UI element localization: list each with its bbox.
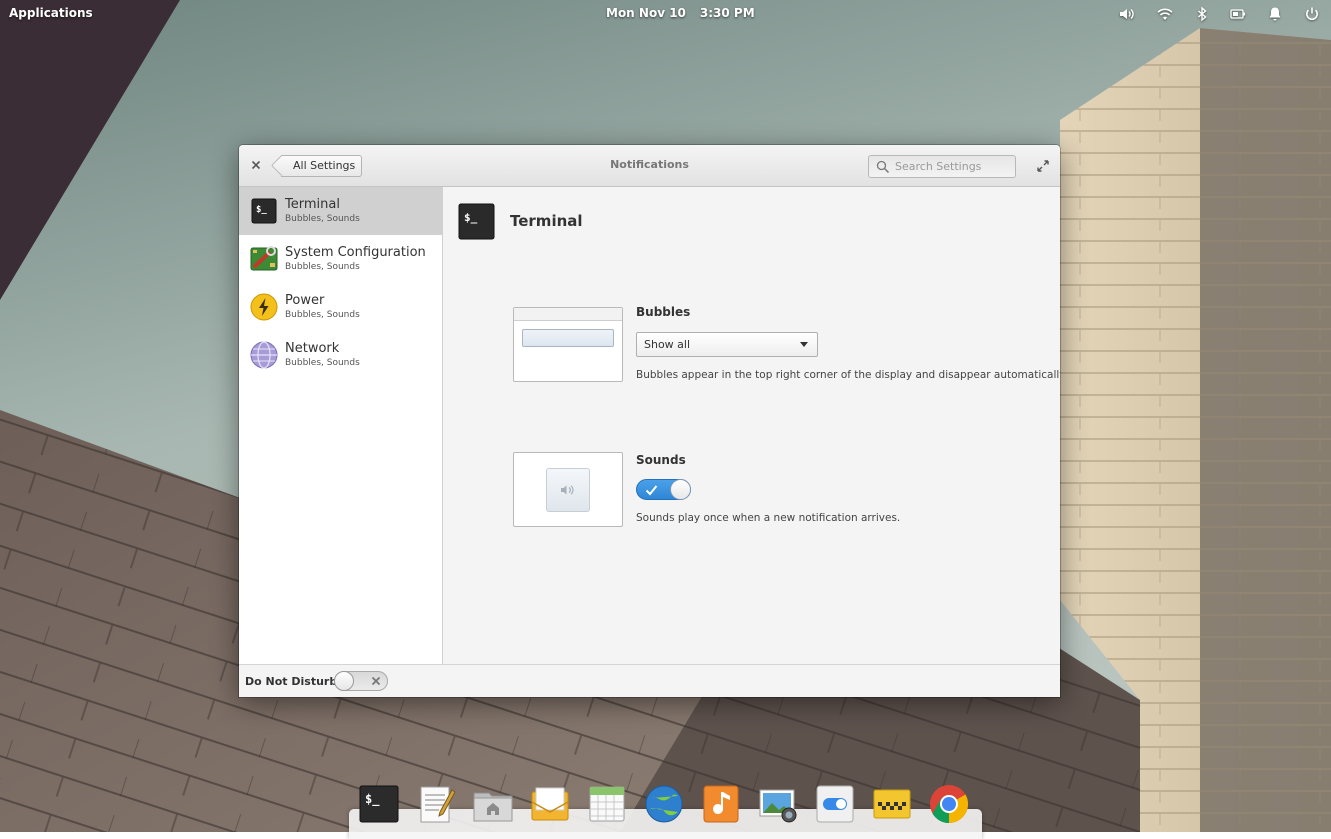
panel-date: Mon Nov 10: [606, 6, 686, 20]
window-footer: Do Not Disturb: [239, 664, 1060, 697]
notifications-bell-icon[interactable]: [1266, 5, 1284, 23]
terminal-app-icon: $_: [458, 203, 495, 240]
sidebar-item-title: System Configuration: [285, 245, 426, 260]
sidebar-item-terminal[interactable]: $_ Terminal Bubbles, Sounds: [239, 187, 442, 235]
bubbles-preview-illustration: [513, 307, 623, 382]
notification-settings-panel: $_ Terminal Bubbles Show all Bubbles app…: [443, 187, 1060, 664]
network-globe-icon: [250, 341, 278, 369]
window-titlebar: All Settings Notifications: [239, 145, 1060, 187]
sidebar-item-subtitle: Bubbles, Sounds: [285, 358, 360, 368]
date-time-indicator[interactable]: Mon Nov 10 3:30 PM: [606, 6, 755, 20]
dock-files-icon[interactable]: [471, 782, 515, 826]
dock-photos-icon[interactable]: [756, 782, 800, 826]
search-input[interactable]: [895, 158, 1009, 174]
sidebar-item-subtitle: Bubbles, Sounds: [285, 214, 360, 224]
maximize-icon: [1037, 160, 1049, 172]
bluetooth-icon[interactable]: [1193, 5, 1211, 23]
sidebar-item-system-configuration[interactable]: System Configuration Bubbles, Sounds: [239, 235, 442, 283]
sounds-section-title: Sounds: [636, 453, 686, 467]
svg-text:$_: $_: [365, 792, 380, 807]
system-configuration-icon: [250, 245, 278, 273]
applications-sidebar: $_ Terminal Bubbles, Sounds System Confi…: [239, 187, 443, 664]
toggle-knob: [670, 479, 691, 500]
speaker-icon: [546, 468, 590, 512]
dock-terminal-icon[interactable]: $_: [357, 782, 401, 826]
top-panel: Applications Mon Nov 10 3:30 PM: [0, 0, 1331, 28]
dock-switchboard-settings-icon[interactable]: [813, 782, 857, 826]
sidebar-item-network[interactable]: Network Bubbles, Sounds: [239, 331, 442, 379]
do-not-disturb-label: Do Not Disturb: [245, 675, 338, 688]
dock-calendar-icon[interactable]: [585, 782, 629, 826]
checkmark-icon: [645, 485, 658, 496]
toggle-knob: [334, 671, 354, 691]
sidebar-item-subtitle: Bubbles, Sounds: [285, 262, 360, 272]
dock-mail-icon[interactable]: [528, 782, 572, 826]
sidebar-item-power[interactable]: Power Bubbles, Sounds: [239, 283, 442, 331]
sounds-description: Sounds play once when a new notification…: [636, 512, 901, 524]
bubbles-description: Bubbles appear in the top right corner o…: [636, 369, 1060, 381]
dock: $_: [349, 782, 982, 839]
sounds-toggle-switch[interactable]: [636, 479, 691, 500]
bubbles-mode-dropdown[interactable]: Show all: [636, 332, 818, 357]
volume-icon[interactable]: [1118, 5, 1136, 23]
wifi-icon[interactable]: [1156, 5, 1174, 23]
off-x-icon: [371, 676, 381, 686]
bubbles-section-title: Bubbles: [636, 305, 691, 319]
dock-taxi-icon[interactable]: [870, 782, 914, 826]
search-settings-field[interactable]: [868, 155, 1016, 178]
sidebar-item-title: Network: [285, 341, 340, 356]
power-lightning-icon: [250, 293, 278, 321]
maximize-window-button[interactable]: [1036, 159, 1050, 173]
notifications-settings-window: All Settings Notifications $_ Terminal B…: [239, 145, 1060, 697]
dropdown-selected-value: Show all: [644, 338, 691, 351]
applications-menu[interactable]: Applications: [9, 6, 93, 20]
dock-text-editor-icon[interactable]: [414, 782, 458, 826]
terminal-icon: $_: [250, 197, 278, 225]
selected-app-title: Terminal: [510, 212, 583, 230]
battery-icon[interactable]: [1229, 5, 1247, 23]
panel-time: 3:30 PM: [699, 6, 755, 20]
svg-text:$_: $_: [464, 211, 478, 224]
sounds-preview-illustration: [513, 452, 623, 527]
power-icon[interactable]: [1303, 5, 1321, 23]
sidebar-item-subtitle: Bubbles, Sounds: [285, 310, 360, 320]
dock-browser-globe-icon[interactable]: [642, 782, 686, 826]
dropdown-arrow-icon: [800, 342, 808, 347]
sidebar-item-title: Power: [285, 293, 325, 308]
dock-chrome-icon[interactable]: [927, 782, 971, 826]
sidebar-item-title: Terminal: [285, 197, 340, 212]
dock-music-icon[interactable]: [699, 782, 743, 826]
do-not-disturb-toggle[interactable]: [334, 671, 388, 691]
search-icon: [876, 160, 890, 174]
svg-text:$_: $_: [256, 205, 267, 215]
